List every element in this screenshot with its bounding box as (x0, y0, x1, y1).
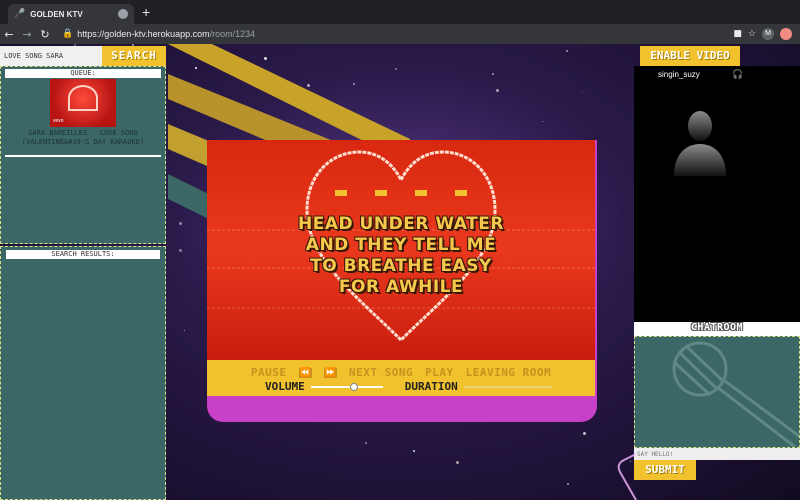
queue-item-title-line2: (VALENTINE&#39;S DAY KARAOKE) (21, 138, 145, 146)
user-silhouette-avatar (674, 111, 726, 176)
chat-message-input[interactable] (634, 448, 800, 460)
star (582, 91, 584, 93)
headphones-icon: 🎧 (732, 70, 744, 80)
search-results-panel: SEARCH RESULTS: (0, 246, 166, 500)
queue-item-thumbnail[interactable]: vevo (50, 79, 116, 127)
bookmark-star-icon[interactable]: ☆ (748, 29, 756, 39)
countdown-dash (375, 190, 387, 196)
queue-divider (5, 155, 161, 157)
search-input[interactable] (0, 46, 102, 66)
volume-label: VOLUME (265, 380, 305, 393)
song-search: SEARCH (0, 46, 166, 66)
player-controls: PAUSE ⏪ ⏩ NEXT SONG PLAY LEAVING ROOM VO… (207, 360, 595, 396)
tab-title: GOLDEN KTV (30, 9, 83, 19)
neon-decoration (617, 453, 637, 500)
karaoke-player: HEAD UNDER WATER AND THEY TELL ME TO BRE… (207, 140, 597, 422)
duration-label: DURATION (404, 380, 458, 393)
chat-messages-panel (634, 336, 800, 448)
queue-item-title-line1: SARA BAREILLES - LOVE SONG (28, 129, 138, 137)
vevo-badge: vevo (53, 118, 64, 124)
enable-video-button[interactable]: ENABLE VIDEO (640, 46, 740, 66)
camera-icon[interactable]: ■ (733, 29, 742, 39)
play-button[interactable]: PLAY (425, 366, 454, 379)
fast-forward-icon[interactable]: ⏩ (323, 367, 337, 378)
karaoke-video[interactable]: HEAD UNDER WATER AND THEY TELL ME TO BRE… (207, 140, 595, 360)
address-bar: ← → ↻ 🔒 https://golden-ktv.herokuapp.com… (0, 24, 800, 44)
browser-tab[interactable]: 🎤 GOLDEN KTV (8, 4, 134, 24)
star (565, 50, 568, 53)
volume-slider-knob[interactable] (349, 382, 358, 391)
search-button[interactable]: SEARCH (102, 46, 166, 66)
chatroom-header: CHATROOM (634, 322, 800, 336)
url-field[interactable]: https://golden-ktv.herokuapp.com/room/12… (77, 29, 733, 39)
lock-icon[interactable]: 🔒 (62, 29, 73, 39)
username-label: singin_suzy (658, 70, 700, 79)
queue-header: QUEUE: (5, 69, 161, 78)
countdown-dash (335, 190, 347, 196)
countdown-dash (415, 190, 427, 196)
star (413, 450, 416, 453)
search-results-header: SEARCH RESULTS: (6, 250, 160, 259)
queue-panel: QUEUE: vevo SARA BAREILLES - LOVE SONG (… (0, 66, 166, 244)
volume-slider[interactable] (310, 382, 383, 391)
star (567, 482, 570, 485)
lyric-line: FOR AWHILE (338, 277, 464, 297)
star (582, 432, 586, 436)
lyric-line: TO BREATHE EASY (310, 256, 492, 276)
new-tab-icon[interactable]: + (142, 4, 150, 20)
profile-avatar[interactable]: M (762, 28, 774, 40)
rewind-icon[interactable]: ⏪ (298, 367, 312, 378)
microphone-icon: 🎤 (14, 9, 26, 19)
duration-track[interactable] (463, 385, 552, 388)
next-song-button[interactable]: NEXT SONG (349, 366, 413, 379)
lyrics-display: HEAD UNDER WATER AND THEY TELL ME TO BRE… (207, 214, 595, 298)
lyric-line: AND THEY TELL ME (305, 235, 497, 255)
queue-item-title[interactable]: SARA BAREILLES - LOVE SONG (VALENTINE&#3… (5, 129, 161, 147)
tab-close-icon[interactable] (118, 9, 128, 19)
heart-icon (68, 85, 98, 111)
star (632, 366, 634, 368)
pause-button[interactable]: PAUSE (251, 366, 287, 379)
countdown-dash (455, 190, 467, 196)
star (541, 120, 543, 122)
url-path: /room/1234 (209, 29, 256, 39)
leaving-room-button[interactable]: LEAVING ROOM (466, 366, 551, 379)
user-video-panel: singin_suzy 🎧 (634, 66, 800, 322)
reload-icon[interactable]: ↻ (36, 28, 54, 41)
url-host: https://golden-ktv.herokuapp.com (77, 29, 210, 39)
extension-icon[interactable] (780, 28, 792, 40)
lyric-line: HEAD UNDER WATER (298, 214, 504, 234)
star (492, 72, 495, 75)
star (495, 89, 499, 93)
back-icon[interactable]: ← (0, 28, 18, 41)
star (456, 460, 460, 464)
forward-icon[interactable]: → (18, 28, 36, 41)
browser-tabbar: 🎤 GOLDEN KTV + (0, 0, 800, 24)
star (183, 330, 185, 332)
star (365, 441, 367, 444)
lyric-countdown (335, 190, 467, 196)
karaoke-room-page: SEARCH QUEUE: vevo SARA BAREILLES - LOVE… (0, 44, 800, 500)
microphone-watermark-icon (672, 341, 799, 447)
